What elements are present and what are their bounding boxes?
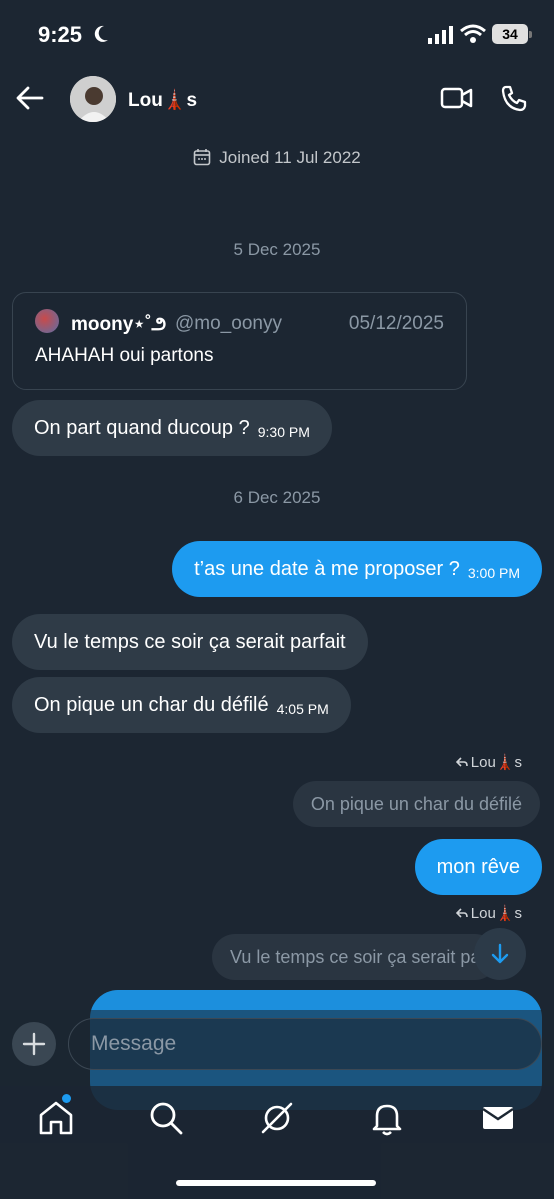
status-bar: 9:25 34 <box>0 0 554 70</box>
joined-date: Joined 11 Jul 2022 <box>0 148 554 168</box>
home-indicator <box>176 1180 376 1186</box>
home-icon[interactable] <box>36 1098 76 1138</box>
reply-quote[interactable]: Vu le temps ce soir ça serait parfait <box>212 934 498 980</box>
quoted-handle: @mo_oonyy <box>175 313 282 334</box>
message-text: On pique un char du défilé <box>34 694 269 716</box>
mail-icon[interactable] <box>478 1098 518 1138</box>
notification-dot <box>62 1094 71 1103</box>
wifi-icon <box>460 24 486 43</box>
calendar-icon <box>193 149 211 166</box>
cellular-signal-icon <box>428 26 453 44</box>
reply-author: Lou🗼s <box>470 754 522 771</box>
message-input[interactable] <box>68 1018 542 1070</box>
quoted-avatar <box>35 309 59 333</box>
add-attachment-button[interactable] <box>12 1022 56 1066</box>
reply-label: Lou🗼s <box>455 904 522 922</box>
battery-tip <box>529 31 532 38</box>
quoted-post-card[interactable]: moony⋆˚౨ @mo_oonyy 05/12/2025 AHAHAH oui… <box>12 292 467 390</box>
back-arrow-icon[interactable] <box>14 82 46 114</box>
quoted-name: moony⋆˚౨ <box>71 314 167 335</box>
reply-icon <box>455 908 468 918</box>
message-text: t’as une date à me proposer ? <box>194 558 460 580</box>
status-time: 9:25 <box>38 22 83 47</box>
search-icon[interactable] <box>146 1098 186 1138</box>
quoted-date: 05/12/2025 <box>348 313 444 334</box>
battery-indicator: 34 <box>492 24 528 44</box>
do-not-disturb-moon-icon <box>94 25 108 42</box>
phone-icon[interactable] <box>500 84 528 112</box>
avatar[interactable] <box>70 76 116 122</box>
joined-text: Joined 11 Jul 2022 <box>219 148 361 167</box>
message-bubble-incoming[interactable]: On part quand ducoup ? 9:30 PM <box>12 400 332 456</box>
message-time: 4:05 PM <box>276 701 329 717</box>
date-separator: 6 Dec 2025 <box>233 488 321 507</box>
bell-icon[interactable] <box>367 1098 407 1138</box>
message-text: mon rêve <box>436 856 520 878</box>
conversation-header: Lou🗼s <box>0 70 554 130</box>
message-text: On part quand ducoup ? <box>34 417 250 439</box>
chevron-down-icon <box>491 943 509 964</box>
grok-icon[interactable] <box>257 1098 297 1138</box>
reply-icon <box>455 757 468 767</box>
message-time: 3:00 PM <box>467 565 520 581</box>
message-composer <box>0 1010 554 1086</box>
video-call-icon[interactable] <box>440 84 474 112</box>
reply-label: Lou🗼s <box>455 753 522 771</box>
message-time: 9:30 PM <box>257 424 310 440</box>
plus-icon <box>22 1032 46 1056</box>
quoted-text: AHAHAH oui partons <box>35 345 214 366</box>
reply-quote[interactable]: On pique un char du défilé <box>292 781 540 827</box>
message-bubble-incoming[interactable]: On pique un char du défilé 4:05 PM <box>12 677 351 733</box>
scroll-to-bottom-button[interactable] <box>474 928 526 980</box>
contact-name[interactable]: Lou🗼s <box>128 88 197 112</box>
message-bubble-outgoing[interactable]: t’as une date à me proposer ? 3:00 PM <box>172 541 542 597</box>
message-bubble-outgoing[interactable]: mon rêve <box>414 839 542 895</box>
bottom-tab-bar <box>0 1086 554 1199</box>
reply-author: Lou🗼s <box>470 905 522 922</box>
date-separator: 5 Dec 2025 <box>233 240 321 259</box>
message-text: Vu le temps ce soir ça serait parfait <box>34 631 346 653</box>
message-bubble-incoming[interactable]: Vu le temps ce soir ça serait parfait <box>12 614 368 670</box>
